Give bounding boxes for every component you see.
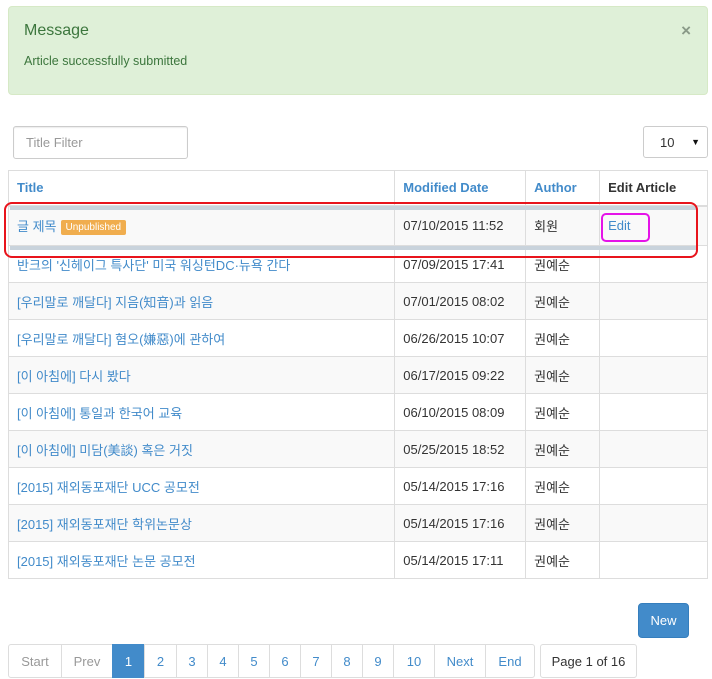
- cell-edit: [599, 282, 708, 320]
- article-title-link[interactable]: [2015] 재외동포재단 학위논문상: [17, 517, 192, 532]
- cell-edit: [599, 541, 708, 579]
- cell-author: 권예순: [525, 319, 601, 357]
- article-title-link[interactable]: [2015] 재외동포재단 UCC 공모전: [17, 480, 200, 495]
- article-title-link[interactable]: [2015] 재외동포재단 논문 공모전: [17, 554, 196, 569]
- cell-title: [이 아침에] 통일과 한국어 교육: [7, 393, 396, 431]
- page-number-4[interactable]: 4: [207, 644, 239, 678]
- header-author[interactable]: Author: [525, 170, 601, 206]
- cell-title: [이 아침에] 다시 봤다: [7, 356, 396, 394]
- alert-message: Article successfully submitted: [24, 54, 188, 68]
- cell-author: 권예순: [525, 245, 601, 283]
- page-number-8[interactable]: 8: [331, 644, 363, 678]
- page-number-5[interactable]: 5: [238, 644, 270, 678]
- table-row: 글 제목 Unpublished 07/10/2015 11:52 회원 Edit: [7, 204, 708, 246]
- cell-edit: [599, 504, 708, 542]
- article-title-link[interactable]: [이 아침에] 다시 봤다: [17, 369, 131, 384]
- header-title[interactable]: Title: [7, 170, 396, 206]
- cell-author: 권예순: [525, 430, 601, 468]
- cell-modified-date: 05/14/2015 17:16: [394, 467, 527, 505]
- page-number-3[interactable]: 3: [176, 644, 208, 678]
- article-title-link[interactable]: 반크의 '신헤이그 특사단' 미국 워싱턴DC·뉴욕 간다: [17, 258, 290, 273]
- page-end-button[interactable]: End: [485, 644, 535, 678]
- articles-table: Title Modified Date Author Edit Article …: [7, 170, 708, 579]
- cell-title: [2015] 재외동포재단 논문 공모전: [7, 541, 396, 579]
- title-filter-input[interactable]: [13, 126, 188, 159]
- table-row: [이 아침에] 다시 봤다 06/17/2015 09:22 권예순: [7, 356, 708, 394]
- cell-author: 권예순: [525, 393, 601, 431]
- page-next-button[interactable]: Next: [434, 644, 486, 678]
- alert-title: Message: [24, 22, 89, 39]
- cell-modified-date: 07/09/2015 17:41: [394, 245, 527, 283]
- cell-edit: [599, 430, 708, 468]
- page-numbers: 1 2 3 4 5 6 7 8 9 10: [112, 644, 435, 678]
- cell-edit: [599, 319, 708, 357]
- cell-author: 권예순: [525, 541, 601, 579]
- cell-edit: [599, 356, 708, 394]
- cell-title: [2015] 재외동포재단 UCC 공모전: [7, 467, 396, 505]
- page-size-value: 10: [660, 135, 675, 150]
- cell-edit: [599, 467, 708, 505]
- article-title-link[interactable]: [우리말로 깨달다] 지음(知音)과 읽음: [17, 295, 213, 310]
- table-row: [우리말로 깨달다] 혐오(嫌惡)에 관하여 06/26/2015 10:07 권예…: [7, 319, 708, 357]
- edit-link[interactable]: Edit: [608, 218, 630, 233]
- page-number-2[interactable]: 2: [144, 644, 177, 678]
- article-title-link[interactable]: [이 아침에] 통일과 한국어 교육: [17, 406, 182, 421]
- cell-author: 권예순: [525, 504, 601, 542]
- article-title-link[interactable]: [이 아침에] 미담(美談) 혹은 거짓: [17, 443, 193, 458]
- page-size-select[interactable]: 10 ▼: [643, 126, 708, 158]
- cell-edit: [599, 393, 708, 431]
- cell-edit: Edit: [599, 204, 708, 246]
- page-prev-button[interactable]: Prev: [61, 644, 113, 678]
- cell-modified-date: 07/10/2015 11:52: [394, 204, 527, 246]
- chevron-down-icon: ▼: [691, 137, 700, 147]
- cell-modified-date: 07/01/2015 08:02: [394, 282, 527, 320]
- cell-title: [2015] 재외동포재단 학위논문상: [7, 504, 396, 542]
- table-row: [2015] 재외동포재단 UCC 공모전 05/14/2015 17:16 권예순: [7, 467, 708, 505]
- table-row: [이 아침에] 통일과 한국어 교육 06/10/2015 08:09 권예순: [7, 393, 708, 431]
- status-badge: Unpublished: [60, 220, 127, 236]
- cell-modified-date: 06/26/2015 10:07: [394, 319, 527, 357]
- table-row: [2015] 재외동포재단 논문 공모전 05/14/2015 17:11 권예순: [7, 541, 708, 579]
- new-article-button[interactable]: New: [638, 603, 689, 638]
- cell-author: 권예순: [525, 356, 601, 394]
- cell-title: [우리말로 깨달다] 지음(知音)과 읽음: [7, 282, 396, 320]
- pagination: Start Prev 1 2 3 4 5 6 7 8 9 10 Next End: [8, 644, 535, 678]
- cell-title: [이 아침에] 미담(美談) 혹은 거짓: [7, 430, 396, 468]
- page-start-button[interactable]: Start: [8, 644, 62, 678]
- page-number-9[interactable]: 9: [362, 644, 394, 678]
- article-title-link[interactable]: 글 제목: [17, 219, 57, 234]
- page-number-7[interactable]: 7: [300, 644, 332, 678]
- page-number-1[interactable]: 1: [112, 644, 145, 678]
- table-row: [우리말로 깨달다] 지음(知音)과 읽음 07/01/2015 08:02 권예순: [7, 282, 708, 320]
- cell-title: [우리말로 깨달다] 혐오(嫌惡)에 관하여: [7, 319, 396, 357]
- cell-modified-date: 05/14/2015 17:16: [394, 504, 527, 542]
- close-icon[interactable]: ×: [681, 22, 691, 39]
- table-row: [이 아침에] 미담(美談) 혹은 거짓 05/25/2015 18:52 권예순: [7, 430, 708, 468]
- table-row: 반크의 '신헤이그 특사단' 미국 워싱턴DC·뉴욕 간다 07/09/2015 …: [7, 245, 708, 283]
- cell-title: 반크의 '신헤이그 특사단' 미국 워싱턴DC·뉴욕 간다: [7, 245, 396, 283]
- cell-modified-date: 05/25/2015 18:52: [394, 430, 527, 468]
- cell-modified-date: 06/10/2015 08:09: [394, 393, 527, 431]
- cell-author: 권예순: [525, 282, 601, 320]
- success-alert: Message Article successfully submitted ×: [8, 6, 708, 95]
- cell-edit: [599, 245, 708, 283]
- cell-author: 회원: [525, 204, 601, 246]
- table-row: [2015] 재외동포재단 학위논문상 05/14/2015 17:16 권예순: [7, 504, 708, 542]
- article-title-link[interactable]: [우리말로 깨달다] 혐오(嫌惡)에 관하여: [17, 332, 225, 347]
- cell-author: 권예순: [525, 467, 601, 505]
- page-number-6[interactable]: 6: [269, 644, 301, 678]
- header-modified-date[interactable]: Modified Date: [394, 170, 527, 206]
- cell-modified-date: 06/17/2015 09:22: [394, 356, 527, 394]
- cell-title: 글 제목 Unpublished: [7, 204, 396, 246]
- table-header-row: Title Modified Date Author Edit Article: [7, 170, 708, 206]
- page-info: Page 1 of 16: [540, 644, 637, 678]
- header-edit-article: Edit Article: [599, 170, 708, 206]
- cell-modified-date: 05/14/2015 17:11: [394, 541, 527, 579]
- page-number-10[interactable]: 10: [393, 644, 435, 678]
